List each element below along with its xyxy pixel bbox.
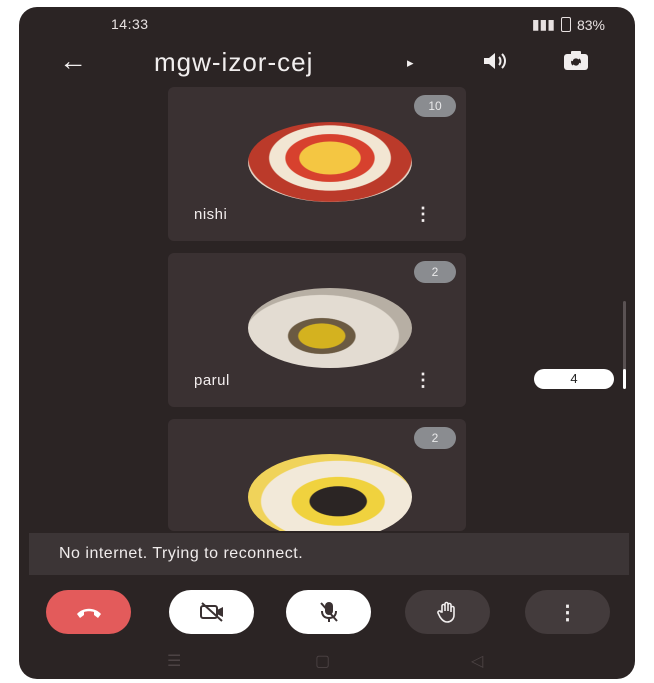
android-nav-bar: ☰ ▢ ◁ [19, 647, 635, 679]
end-call-button[interactable] [46, 590, 131, 634]
meeting-code[interactable]: mgw-izor-cej [154, 47, 313, 78]
participant-badge: 10 [414, 95, 456, 117]
reconnect-toast: No internet. Trying to reconnect. [29, 533, 629, 575]
participant-name: parul [194, 372, 230, 389]
participant-tile-3[interactable]: 2 [168, 419, 466, 531]
speaker-icon[interactable] [481, 49, 507, 73]
status-bar: 14:33 ▮▮▮ 83% [19, 7, 635, 41]
raise-hand-button[interactable] [405, 590, 490, 634]
mic-off-icon [319, 602, 338, 622]
more-vert-icon: ⋮ [557, 601, 578, 624]
status-time: 14:33 [111, 16, 149, 32]
recents-icon[interactable]: ☰ [167, 651, 181, 671]
participant-badge: 2 [414, 261, 456, 283]
avatar [248, 122, 412, 202]
camera-off-icon [199, 602, 223, 622]
raise-hand-icon [436, 601, 455, 623]
camera-toggle-button[interactable] [169, 590, 254, 634]
arrow-left-icon[interactable]: ← [59, 47, 87, 75]
signal-icon: ▮▮▮ [531, 16, 555, 32]
participant-name: nishi [194, 206, 228, 223]
more-vert-icon[interactable]: ⋮ [414, 370, 432, 391]
status-icons: ▮▮▮ 83% [532, 16, 605, 33]
battery-percent: 83% [576, 16, 605, 33]
more-vert-icon[interactable]: ⋮ [414, 204, 432, 225]
scroll-count-badge: 4 [534, 369, 614, 389]
participant-tile-nishi[interactable]: 10 nishi ⋮ [168, 87, 466, 241]
back-nav-icon[interactable]: ◁ [471, 651, 483, 671]
participant-tile-parul[interactable]: 2 parul ⋮ [168, 253, 466, 407]
top-bar: ← mgw-izor-cej ▸ [19, 41, 635, 87]
call-controls: ⋮ [19, 590, 635, 636]
caret-right-icon[interactable]: ▸ [407, 55, 414, 71]
avatar [248, 288, 412, 368]
avatar [248, 454, 412, 531]
participant-badge: 2 [414, 427, 456, 449]
switch-camera-icon[interactable] [561, 47, 591, 75]
more-options-button[interactable]: ⋮ [525, 590, 610, 634]
battery-icon [560, 17, 571, 32]
meet-call-screen: 14:33 ▮▮▮ 83% ← mgw-izor-cej ▸ 10 nishi … [19, 7, 635, 679]
scrollbar-thumb[interactable] [623, 369, 626, 389]
mic-toggle-button[interactable] [286, 590, 371, 634]
end-call-icon [76, 608, 101, 618]
home-icon[interactable]: ▢ [315, 651, 330, 671]
